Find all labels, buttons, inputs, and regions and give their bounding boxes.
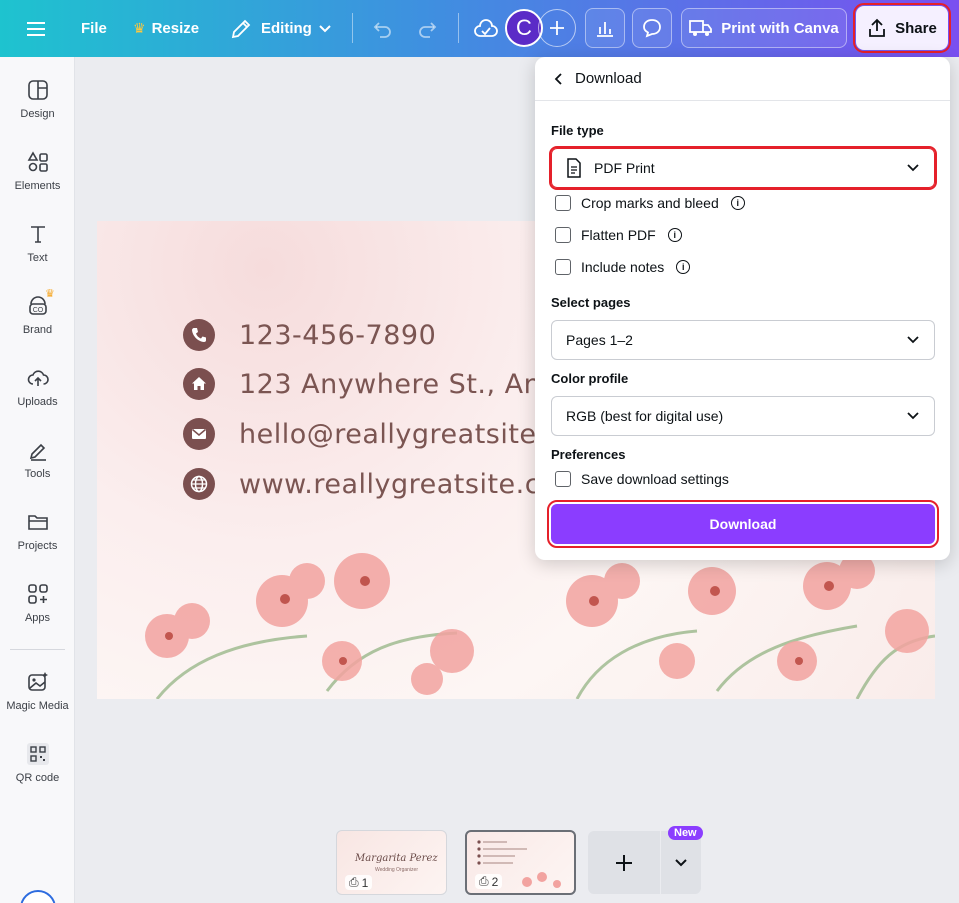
print-with-canva-button[interactable]: Print with Canva <box>681 8 847 48</box>
download-panel-header: Download <box>535 57 950 101</box>
file-type-label: File type <box>551 123 604 138</box>
sidebar-item-brand[interactable]: CO Brand <box>0 295 75 359</box>
color-profile-label: Color profile <box>551 371 629 386</box>
svg-text:CO: CO <box>32 307 43 314</box>
new-badge: New <box>668 826 703 840</box>
sidebar-item-text[interactable]: Text <box>0 223 75 287</box>
printer-icon: ⎙ <box>349 875 359 889</box>
upload-share-icon <box>869 18 886 37</box>
redo-button[interactable] <box>417 0 439 57</box>
sidebar-item-apps[interactable]: Apps <box>0 583 75 647</box>
download-button[interactable]: Download <box>547 500 939 548</box>
info-icon[interactable]: i <box>676 260 691 274</box>
sidebar-divider <box>10 649 65 650</box>
plus-icon <box>616 854 632 871</box>
mail-icon <box>183 418 215 450</box>
flatten-pdf-checkbox[interactable] <box>555 227 571 243</box>
printer-icon: ⎙ <box>479 874 489 888</box>
back-chevron-icon[interactable] <box>553 72 565 86</box>
sidebar-item-projects[interactable]: Projects <box>0 511 75 575</box>
undo-button[interactable] <box>371 0 393 57</box>
resize-button[interactable]: ♛ Resize <box>133 0 199 57</box>
include-notes-checkbox[interactable] <box>555 259 571 275</box>
projects-icon <box>27 515 48 530</box>
insights-button[interactable] <box>585 8 625 48</box>
add-page-button[interactable] <box>588 831 660 894</box>
elements-icon <box>27 151 48 172</box>
top-bar: File ♛ Resize Editing C Print with Canva… <box>0 0 959 57</box>
save-settings-option[interactable]: Save download settings <box>555 471 729 487</box>
comments-button[interactable] <box>632 8 672 48</box>
page-number-badge: ⎙ 2 <box>475 874 503 889</box>
truck-icon <box>689 20 713 36</box>
page-thumbnail-1[interactable]: Margarita Perez Wedding Organizer ⎙ 1 <box>336 830 447 895</box>
sidebar-item-qr-code[interactable]: QR code <box>0 743 75 807</box>
download-panel-title: Download <box>575 70 642 87</box>
chevron-down-icon <box>319 24 331 32</box>
file-type-select[interactable]: PDF Print <box>549 146 937 190</box>
undo-icon <box>373 21 391 38</box>
chevron-down-icon <box>675 858 687 866</box>
invite-button[interactable] <box>538 9 576 47</box>
menu-button[interactable] <box>27 0 47 57</box>
chevron-down-icon <box>907 412 919 420</box>
toolbar-divider <box>352 13 353 43</box>
phone-icon <box>183 319 215 351</box>
preferences-label: Preferences <box>551 447 626 462</box>
crown-icon: ♛ <box>45 288 55 300</box>
add-page-options-button[interactable] <box>661 831 701 894</box>
sidebar-item-magic-media[interactable]: Magic Media <box>0 671 75 735</box>
include-notes-option[interactable]: Include notes i <box>555 259 691 275</box>
sidebar-item-uploads[interactable]: Uploads <box>0 367 75 431</box>
magic-media-icon <box>27 672 48 691</box>
crop-marks-checkbox[interactable] <box>555 195 571 211</box>
watercolor-flowers-illustration <box>145 553 935 699</box>
file-menu[interactable]: File <box>81 0 107 57</box>
card-website-row: www.reallygreatsite.com <box>183 468 584 500</box>
globe-icon <box>183 468 215 500</box>
info-icon[interactable]: i <box>730 196 745 210</box>
color-profile-dropdown[interactable]: RGB (best for digital use) <box>551 396 935 436</box>
bar-chart-icon <box>597 22 613 37</box>
flatten-pdf-option[interactable]: Flatten PDF i <box>555 227 682 243</box>
thumb-title: Margarita Perez <box>355 853 438 864</box>
crop-marks-option[interactable]: Crop marks and bleed i <box>555 195 745 211</box>
crown-icon: ♛ <box>133 20 146 36</box>
chevron-down-icon <box>907 336 919 344</box>
select-pages-dropdown[interactable]: Pages 1–2 <box>551 320 935 360</box>
plus-icon <box>550 21 564 35</box>
text-icon <box>30 226 45 243</box>
sidebar-item-elements[interactable]: Elements <box>0 151 75 215</box>
info-icon[interactable]: i <box>667 228 682 242</box>
download-panel: Download File type PDF Print Crop marks … <box>535 57 950 560</box>
save-settings-checkbox[interactable] <box>555 471 571 487</box>
page-thumbnail-2[interactable]: ⎙ 2 <box>465 830 576 895</box>
document-icon <box>567 158 581 178</box>
page-number-badge: ⎙ 1 <box>345 875 373 890</box>
cloud-check-icon <box>474 18 498 37</box>
sidebar-item-design[interactable]: Design <box>0 79 75 143</box>
qr-code-icon <box>26 743 49 765</box>
save-status-button[interactable] <box>474 0 498 57</box>
pencil-icon <box>231 19 251 38</box>
toolbar-divider <box>458 13 459 43</box>
left-sidebar: Design Elements Text CO Brand ♛ Uploads … <box>0 57 75 903</box>
design-icon <box>27 80 48 100</box>
sidebar-item-tools[interactable]: Tools <box>0 439 75 503</box>
tools-icon <box>29 443 46 461</box>
redo-icon <box>419 21 437 38</box>
uploads-icon <box>27 370 49 386</box>
thumb-subtitle: Wedding Organizer <box>375 867 418 873</box>
card-phone-row: 123-456-7890 <box>183 319 436 351</box>
editing-mode-button[interactable]: Editing <box>230 0 332 57</box>
chevron-down-icon <box>907 164 919 172</box>
home-icon <box>183 368 215 400</box>
select-pages-label: Select pages <box>551 295 631 310</box>
hamburger-icon <box>27 21 45 36</box>
comment-icon <box>643 19 661 38</box>
apps-icon <box>27 584 48 604</box>
share-button[interactable]: Share <box>853 3 951 53</box>
